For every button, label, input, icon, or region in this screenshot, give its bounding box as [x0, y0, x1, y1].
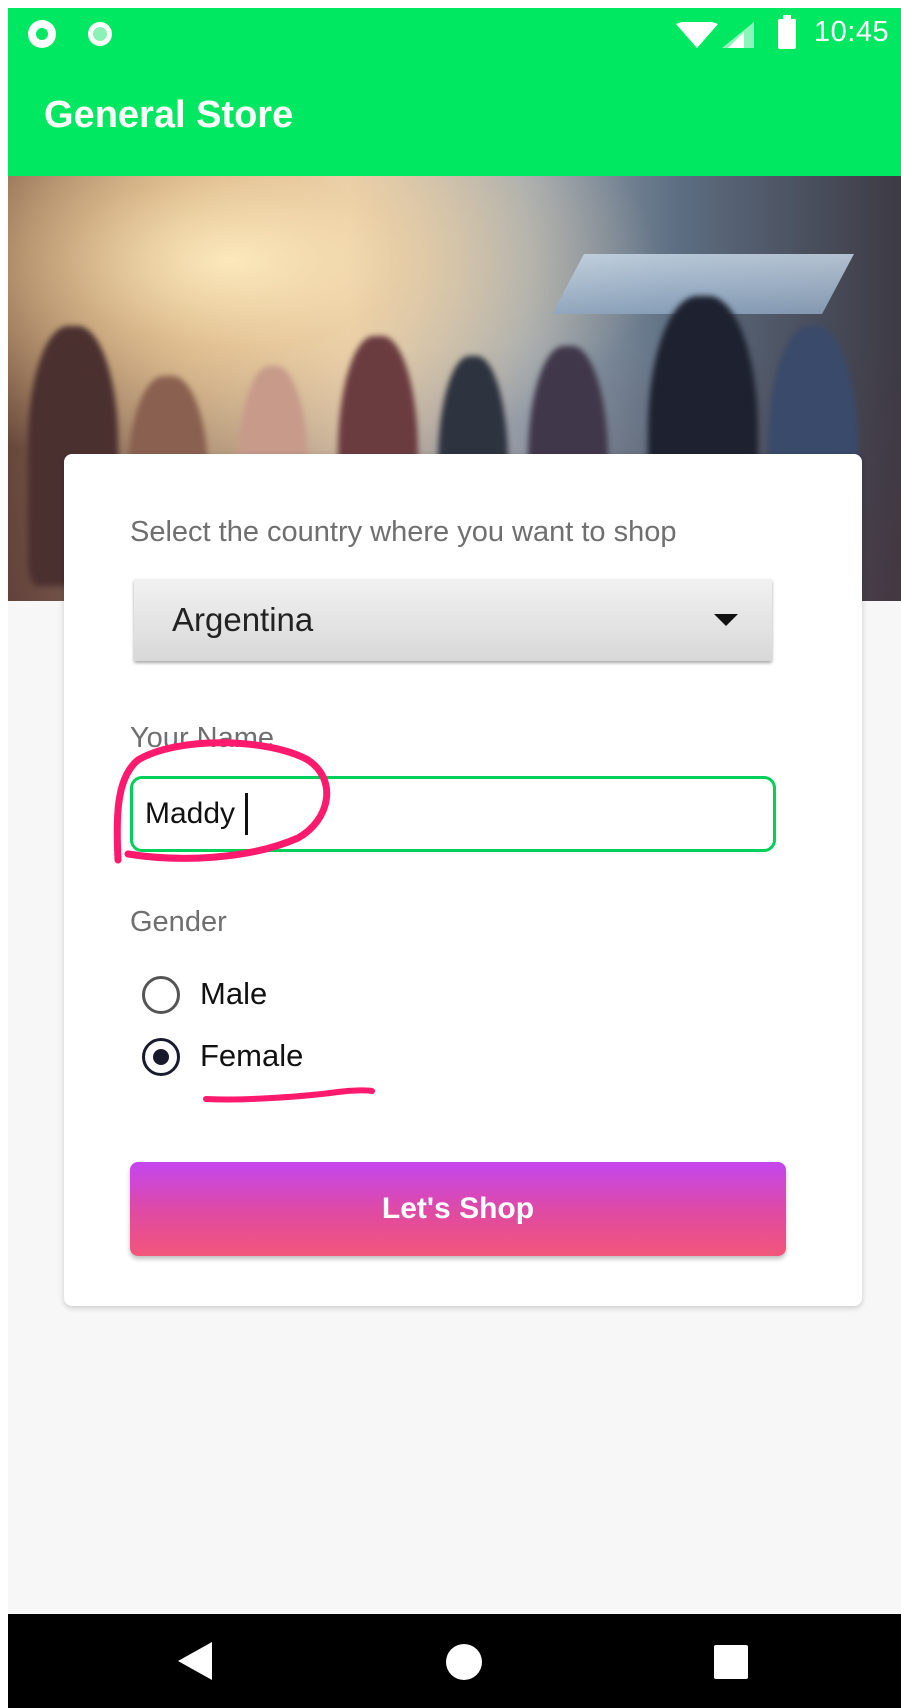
signal-icon — [722, 22, 754, 48]
name-label: Your Name — [130, 722, 275, 754]
radio-unchecked-icon[interactable] — [142, 976, 180, 1014]
navigation-bar — [8, 1614, 901, 1708]
app-title: General Store — [44, 94, 294, 136]
country-label: Select the country where you want to sho… — [130, 516, 677, 548]
battery-icon — [778, 15, 796, 49]
app-bar: General Store — [8, 60, 901, 176]
dropdown-arrow-icon — [714, 614, 738, 626]
gender-option-label: Female — [200, 1038, 304, 1073]
gender-label: Gender — [130, 906, 227, 938]
form-card: Select the country where you want to sho… — [64, 454, 862, 1306]
lets-shop-label: Let's Shop — [381, 1192, 535, 1225]
sync-icon — [28, 20, 56, 48]
country-selected-value: Argentina — [172, 601, 314, 638]
name-input[interactable] — [130, 776, 776, 852]
notification-dot-icon — [88, 22, 112, 46]
recents-icon[interactable] — [714, 1645, 748, 1679]
text-cursor — [245, 793, 248, 835]
radio-dot — [153, 1049, 169, 1065]
clock: 10:45 — [814, 16, 890, 48]
country-dropdown[interactable]: Argentina — [134, 579, 772, 661]
status-bar: 10:45 — [8, 8, 901, 60]
back-icon[interactable] — [178, 1642, 212, 1680]
radio-checked-icon[interactable] — [142, 1038, 180, 1076]
wifi-icon — [676, 22, 718, 48]
gender-option-label: Male — [200, 976, 268, 1011]
home-icon[interactable] — [446, 1644, 482, 1680]
phone-screen: 10:45 General Store Select the country w… — [8, 8, 901, 1708]
lets-shop-button[interactable]: Let's Shop — [130, 1162, 786, 1256]
